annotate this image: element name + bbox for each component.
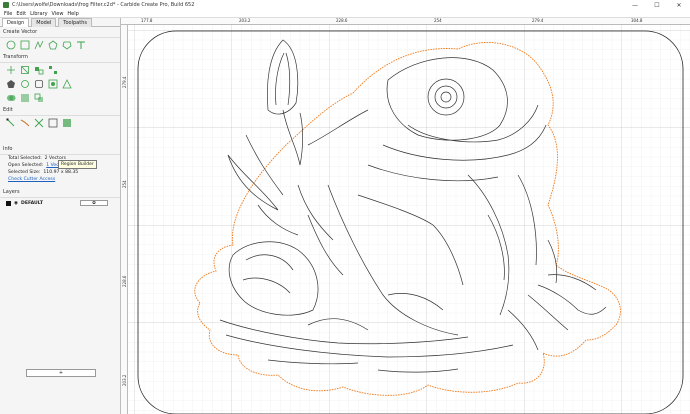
polyline-icon[interactable] bbox=[34, 40, 44, 50]
transform-tools-row-1 bbox=[0, 63, 120, 77]
circle-icon[interactable] bbox=[6, 40, 16, 50]
eye-icon[interactable]: ◉ bbox=[14, 201, 18, 206]
minimize-button[interactable]: — bbox=[624, 0, 646, 10]
check-cutter-row: Check Cutter Access bbox=[0, 176, 120, 183]
window-title: C:\Users\wolfe\Downloads\frog Filter.c2d… bbox=[12, 2, 195, 8]
ruler-top-label: 254 bbox=[434, 18, 442, 23]
tab-model[interactable]: Model bbox=[31, 18, 57, 27]
ruler-top-label: 279.4 bbox=[532, 18, 544, 23]
close-button[interactable]: ✕ bbox=[668, 0, 690, 10]
distribute-icon[interactable] bbox=[48, 65, 58, 75]
move-icon[interactable] bbox=[6, 65, 16, 75]
rectangle-icon[interactable] bbox=[20, 40, 30, 50]
transform-tools-row-3 bbox=[0, 91, 120, 105]
selected-size-value: 110.97 x 88.35 bbox=[43, 170, 79, 175]
ruler-left-label: 228.6 bbox=[122, 275, 127, 287]
shape-icon[interactable] bbox=[62, 40, 72, 50]
menu-file[interactable]: File bbox=[4, 11, 12, 17]
selected-size-label: Selected Size: bbox=[8, 170, 41, 175]
menu-view[interactable]: View bbox=[52, 11, 64, 17]
transform-tools-row-2 bbox=[0, 77, 120, 91]
menu-library[interactable]: Library bbox=[30, 11, 47, 17]
maximize-button[interactable]: ☐ bbox=[646, 0, 668, 10]
layer-settings-button[interactable]: ✿ bbox=[80, 200, 108, 206]
window-controls: — ☐ ✕ bbox=[624, 0, 690, 10]
tab-toolpaths[interactable]: Toolpaths bbox=[58, 18, 92, 27]
design-canvas[interactable]: 177.8 203.2 228.6 254 279.4 304.8 279.4 … bbox=[121, 18, 690, 414]
total-selected-label: Total Selected: bbox=[8, 156, 42, 161]
cut-icon[interactable] bbox=[34, 118, 44, 128]
edit-tools bbox=[0, 116, 120, 130]
intersect-icon[interactable] bbox=[34, 93, 44, 103]
ruler-left-label: 203.2 bbox=[122, 374, 127, 386]
menu-bar: File Edit Library View Help bbox=[0, 10, 690, 18]
add-layer-button[interactable]: + bbox=[26, 369, 96, 377]
region-builder-tooltip: Region Builder bbox=[58, 160, 97, 169]
node-edit-icon[interactable] bbox=[6, 118, 16, 128]
rotate-icon[interactable] bbox=[6, 79, 16, 89]
selected-size: Selected Size: 110.97 x 88.35 bbox=[0, 169, 120, 176]
ruler-top-label: 228.6 bbox=[336, 18, 348, 23]
array-icon[interactable] bbox=[34, 79, 44, 89]
layer-row-default[interactable]: ◉ DEFAULT ✿ bbox=[0, 198, 120, 208]
text-icon[interactable] bbox=[76, 40, 86, 50]
top-ruler: 177.8 203.2 228.6 254 279.4 304.8 bbox=[121, 18, 690, 25]
subtract-icon[interactable] bbox=[20, 93, 30, 103]
region-builder-icon[interactable] bbox=[62, 118, 72, 128]
sidebar: Design Model Toolpaths Create Vector Tra… bbox=[0, 18, 121, 414]
ruler-left-label: 254 bbox=[122, 180, 127, 188]
menu-edit[interactable]: Edit bbox=[16, 11, 26, 17]
shape-edit-icon[interactable] bbox=[62, 79, 72, 89]
design-drawing[interactable] bbox=[128, 25, 690, 414]
offset-icon[interactable] bbox=[48, 118, 58, 128]
canvas-grid bbox=[128, 25, 690, 414]
create-vector-header: Create Vector bbox=[0, 27, 120, 38]
align-icon[interactable] bbox=[34, 65, 44, 75]
ruler-top-label: 304.8 bbox=[631, 18, 643, 23]
tab-design[interactable]: Design bbox=[2, 18, 30, 27]
ruler-top-label: 177.8 bbox=[141, 18, 153, 23]
scale-icon[interactable] bbox=[20, 65, 30, 75]
gear-icon: ✿ bbox=[92, 200, 96, 206]
mirror-icon[interactable] bbox=[20, 79, 30, 89]
title-bar: C:\Users\wolfe\Downloads\frog Filter.c2d… bbox=[0, 0, 690, 10]
transform-header: Transform bbox=[0, 52, 120, 63]
ruler-left-label: 279.4 bbox=[122, 76, 127, 88]
menu-help[interactable]: Help bbox=[67, 11, 78, 17]
layers-header: Layers bbox=[0, 187, 120, 198]
polygon-icon[interactable] bbox=[48, 40, 58, 50]
ruler-top-label: 203.2 bbox=[239, 18, 251, 23]
tab-bar: Design Model Toolpaths bbox=[0, 18, 120, 27]
layer-color-swatch[interactable] bbox=[6, 200, 11, 206]
layer-name: DEFAULT bbox=[21, 200, 44, 206]
app-icon bbox=[3, 2, 9, 8]
edit-header: Edit bbox=[0, 105, 120, 116]
union-icon[interactable] bbox=[6, 93, 16, 103]
info-header: Info bbox=[0, 144, 120, 155]
group-icon[interactable] bbox=[48, 79, 58, 89]
trim-icon[interactable] bbox=[20, 118, 30, 128]
left-ruler: 279.4 254 228.6 203.2 bbox=[121, 25, 128, 414]
check-cutter-access-link[interactable]: Check Cutter Access bbox=[8, 177, 55, 182]
open-selected-label: Open Selected: bbox=[8, 163, 44, 168]
create-vector-tools bbox=[0, 38, 120, 52]
